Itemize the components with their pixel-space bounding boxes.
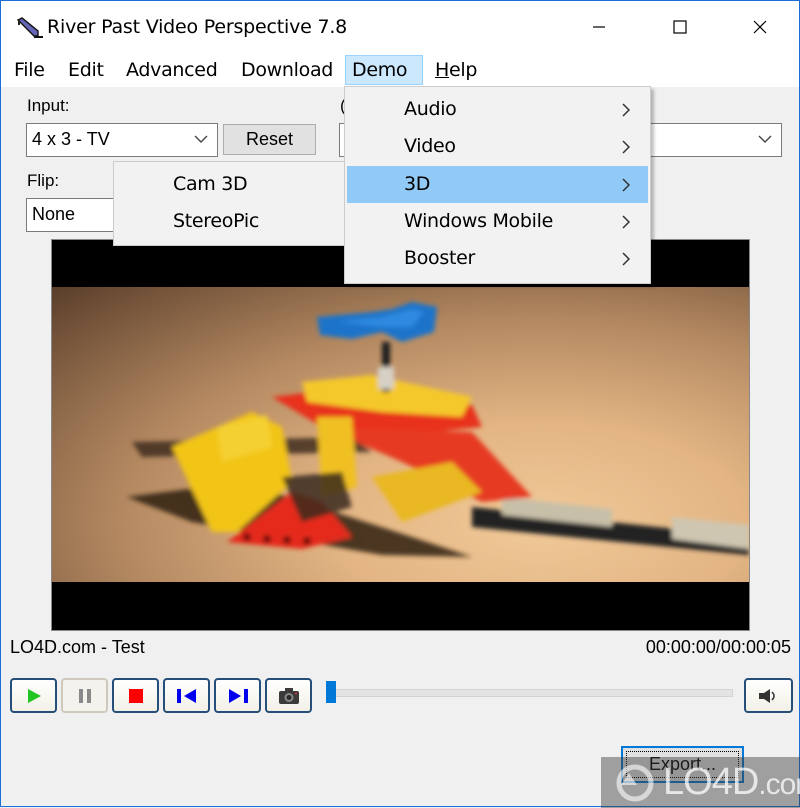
camera-icon [278,687,299,704]
menu-item-label: Audio [404,98,457,120]
pause-icon [78,688,91,703]
video-preview[interactable] [51,239,750,631]
demo-menu-item-booster[interactable]: Booster [347,240,648,277]
stop-button[interactable] [112,678,159,713]
chevron-right-icon [622,252,630,266]
demo-menu-item-windows-mobile[interactable]: Windows Mobile [347,203,648,240]
chevron-right-icon [622,140,630,154]
menu-help[interactable]: Help [429,55,483,85]
demo-menu: Audio Video 3D Windows Mobile Booster [344,86,651,284]
video-frame [52,287,749,582]
video-frame-image [127,302,749,557]
flip-select-value: None [32,204,76,224]
chevron-right-icon [622,178,630,192]
stop-icon [128,688,143,703]
time-display: 00:00:00/00:00:05 [645,637,791,657]
skip-back-icon [176,688,196,703]
menu-item-label: 3D [404,173,431,195]
close-icon [753,20,767,34]
menu-advanced[interactable]: Advanced [120,55,223,85]
maximize-icon [673,20,687,34]
chevron-down-icon [194,135,208,143]
previous-button[interactable] [163,678,210,713]
demo-menu-item-video[interactable]: Video [347,128,648,165]
watermark-suffix: .com [758,768,800,801]
flip-label: Flip: [27,171,60,190]
menu-item-label: Video [404,135,456,157]
menu-item-label: Windows Mobile [404,210,553,232]
pause-button[interactable] [61,678,108,713]
menu-help-mnemonic: H [435,59,449,81]
input-select[interactable]: 4 x 3 - TV [26,123,218,157]
submenu-item-label: StereoPic [173,210,259,232]
clip-name: LO4D.com - Test [10,637,145,657]
chevron-right-icon [622,215,630,229]
demo-menu-item-3d[interactable]: 3D [347,166,648,203]
menu-edit[interactable]: Edit [62,55,110,85]
watermark-text: LO4D.com [663,761,800,804]
menu-bar: File Edit Advanced Download Demo Help [1,53,799,87]
app-logo-icon [16,17,43,38]
lo4d-watermark: LO4D.com [601,757,800,808]
seek-slider-thumb[interactable] [326,681,336,703]
submenu-3d: Cam 3D StereoPic [113,161,350,246]
input-label: Input: [27,96,70,115]
menu-download[interactable]: Download [235,55,339,85]
close-button[interactable] [737,1,783,53]
seek-track[interactable] [334,689,733,697]
submenu-item-label: Cam 3D [173,173,248,195]
lo4d-logo-icon [616,764,654,802]
snapshot-button[interactable] [265,678,312,713]
play-button[interactable] [10,678,57,713]
submenu-item-cam-3d[interactable]: Cam 3D [116,166,347,203]
reset-button[interactable]: Reset [223,124,316,155]
menu-demo[interactable]: Demo [345,55,423,85]
maximize-button[interactable] [657,1,703,53]
menu-help-rest: elp [449,59,478,81]
volume-button[interactable] [744,678,793,713]
title-bar: River Past Video Perspective 7.8 [1,1,799,53]
next-button[interactable] [214,678,261,713]
watermark-brand: LO4D [663,761,759,803]
window-title: River Past Video Perspective 7.8 [47,16,348,38]
menu-item-label: Booster [404,247,476,269]
menu-file[interactable]: File [8,55,51,85]
play-icon [27,688,41,703]
speaker-icon [758,688,775,703]
input-select-value: 4 x 3 - TV [32,129,110,149]
chevron-right-icon [622,103,630,117]
demo-menu-item-audio[interactable]: Audio [347,91,648,128]
minimize-icon [593,26,605,28]
app-window: River Past Video Perspective 7.8 File Ed… [0,0,800,808]
minimize-button[interactable] [576,1,622,53]
submenu-item-stereopic[interactable]: StereoPic [116,203,347,240]
chevron-down-icon [758,135,772,143]
skip-forward-icon [228,688,248,703]
